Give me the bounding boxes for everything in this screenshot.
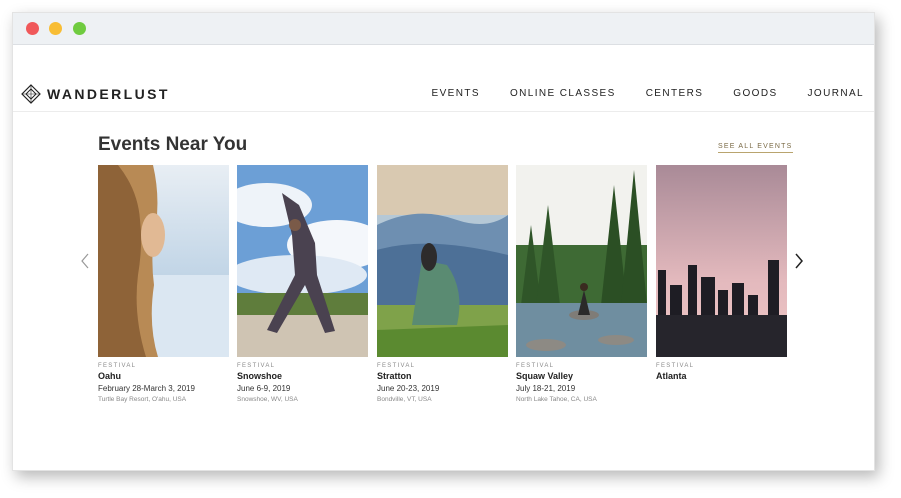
event-card-squaw-valley[interactable]: FESTIVAL Squaw Valley July 18-21, 2019 N… (516, 165, 647, 403)
brand-logo[interactable]: WANDERLUST (21, 84, 170, 104)
chevron-left-icon (81, 253, 89, 269)
carousel-prev-button[interactable] (79, 253, 93, 269)
event-card-atlanta[interactable]: FESTIVAL Atlanta (656, 165, 787, 381)
event-photo-squaw-valley (516, 165, 647, 357)
chevron-right-icon (795, 253, 803, 269)
carousel-next-button[interactable] (791, 253, 805, 269)
section-title: Events Near You (98, 134, 248, 155)
diamond-logo-icon (21, 84, 41, 104)
nav-item-online-classes[interactable]: ONLINE CLASSES (510, 88, 616, 99)
event-category: FESTIVAL (237, 363, 276, 369)
event-category: FESTIVAL (656, 363, 695, 369)
event-location: Bondville, VT, USA (377, 396, 432, 403)
event-location: North Lake Tahoe, CA, USA (516, 396, 597, 403)
event-location: Turtle Bay Resort, O'ahu, USA (98, 396, 187, 403)
event-name: Oahu (98, 371, 122, 381)
event-photo-stratton (377, 165, 508, 357)
maximize-window-button[interactable] (73, 22, 86, 35)
event-photo-snowshoe (237, 165, 368, 357)
title-bar (13, 13, 874, 45)
event-photo-oahu (98, 165, 229, 357)
event-name: Atlanta (656, 371, 687, 381)
nav-item-goods[interactable]: GOODS (733, 88, 777, 99)
event-category: FESTIVAL (98, 363, 137, 369)
nav-item-centers[interactable]: CENTERS (646, 88, 704, 99)
event-dates: June 20-23, 2019 (377, 384, 440, 393)
nav-item-journal[interactable]: JOURNAL (808, 88, 864, 99)
event-card-oahu[interactable]: FESTIVAL Oahu February 28-March 3, 2019 … (98, 165, 229, 403)
close-window-button[interactable] (26, 22, 39, 35)
browser-window: WANDERLUST EVENTS ONLINE CLASSES CENTERS… (12, 12, 875, 471)
event-card-stratton[interactable]: FESTIVAL Stratton June 20-23, 2019 Bondv… (377, 165, 508, 403)
event-dates: July 18-21, 2019 (516, 384, 576, 393)
event-name: Snowshoe (237, 371, 283, 381)
see-all-events-link[interactable]: SEE ALL EVENTS (718, 143, 793, 153)
event-name: Squaw Valley (516, 371, 574, 381)
event-card-snowshoe[interactable]: FESTIVAL Snowshoe June 6-9, 2019 Snowsho… (237, 165, 368, 403)
minimize-window-button[interactable] (49, 22, 62, 35)
site-header: WANDERLUST EVENTS ONLINE CLASSES CENTERS… (13, 79, 874, 112)
main-nav: EVENTS ONLINE CLASSES CENTERS GOODS JOUR… (402, 88, 864, 99)
event-category: FESTIVAL (516, 363, 555, 369)
event-name: Stratton (377, 371, 412, 381)
event-dates: February 28-March 3, 2019 (98, 384, 195, 393)
event-dates: June 6-9, 2019 (237, 384, 291, 393)
event-location: Snowshoe, WV, USA (237, 396, 298, 403)
event-category: FESTIVAL (377, 363, 416, 369)
event-photo-atlanta (656, 165, 787, 357)
nav-item-events[interactable]: EVENTS (432, 88, 480, 99)
brand-name: WANDERLUST (47, 86, 170, 102)
